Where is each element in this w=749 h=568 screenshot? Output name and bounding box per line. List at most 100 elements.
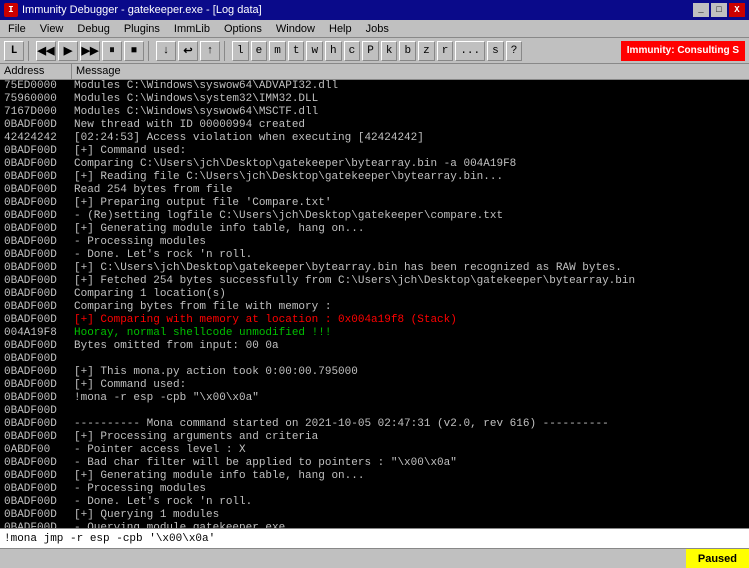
- log-message: [+] Fetched 254 bytes successfully from …: [72, 275, 749, 288]
- rewind-button[interactable]: ◀◀: [36, 41, 56, 61]
- log-message: - Done. Let's rock 'n roll.: [72, 496, 749, 509]
- P-button[interactable]: P: [362, 41, 379, 61]
- table-row: 0BADF00D[+] C:\Users\jch\Desktop\gatekee…: [0, 262, 749, 275]
- k-button[interactable]: k: [381, 41, 398, 61]
- minimize-button[interactable]: _: [693, 3, 709, 17]
- log-address: 0BADF00D: [0, 353, 72, 366]
- m-button[interactable]: m: [269, 41, 286, 61]
- log-message: Hooray, normal shellcode unmodified !!!: [72, 327, 749, 340]
- table-row: 0BADF00D - Bad char filter will be appli…: [0, 457, 749, 470]
- menu-item-window[interactable]: Window: [270, 22, 321, 36]
- menu-item-debug[interactable]: Debug: [71, 22, 115, 36]
- table-row: 0BADF00D - Processing modules: [0, 483, 749, 496]
- play-button[interactable]: ▶: [58, 41, 78, 61]
- log-address: 0BADF00D: [0, 366, 72, 379]
- table-row: 0BADF00D[+] Processing arguments and cri…: [0, 431, 749, 444]
- menu-item-plugins[interactable]: Plugins: [118, 22, 166, 36]
- menu-item-jobs[interactable]: Jobs: [360, 22, 395, 36]
- log-message: [+] This mona.py action took 0:00:00.795…: [72, 366, 749, 379]
- log-button[interactable]: L: [4, 41, 24, 61]
- log-address: 0BADF00D: [0, 457, 72, 470]
- menu-item-options[interactable]: Options: [218, 22, 268, 36]
- log-address: 75960000: [0, 93, 72, 106]
- command-bar: [0, 528, 749, 548]
- main-content: Address Message 75ED0000Modules C:\Windo…: [0, 64, 749, 528]
- table-row: 0BADF00D[+] Fetched 254 bytes successful…: [0, 275, 749, 288]
- close-button[interactable]: X: [729, 3, 745, 17]
- table-row: 0BADF00D - Processing modules: [0, 236, 749, 249]
- log-address: 0BADF00D: [0, 184, 72, 197]
- immunity-badge: Immunity: Consulting S: [621, 41, 745, 61]
- log-address: 0BADF00D: [0, 509, 72, 522]
- b-button[interactable]: b: [399, 41, 416, 61]
- l-button[interactable]: l: [232, 41, 249, 61]
- toolbar-separator-2: [148, 41, 152, 61]
- column-headers: Address Message: [0, 64, 749, 80]
- log-address: 75ED0000: [0, 80, 72, 93]
- log-message: [+] Generating module info table, hang o…: [72, 223, 749, 236]
- log-message: [+] Command used:: [72, 145, 749, 158]
- maximize-button[interactable]: □: [711, 3, 727, 17]
- log-message: [+] Comparing with memory at location : …: [72, 314, 749, 327]
- log-message: [+] Command used:: [72, 379, 749, 392]
- log-address: 0BADF00D: [0, 340, 72, 353]
- paused-badge: Paused: [686, 549, 749, 568]
- log-message: Modules C:\Windows\syswow64\MSCTF.dll: [72, 106, 749, 119]
- log-message: - (Re)setting logfile C:\Users\jch\Deskt…: [72, 210, 749, 223]
- table-row: 0BADF00D - (Re)setting logfile C:\Users\…: [0, 210, 749, 223]
- e-button[interactable]: e: [251, 41, 268, 61]
- log-address: 0BADF00D: [0, 119, 72, 132]
- log-message: !mona -r esp -cpb "\x00\x0a": [72, 392, 749, 405]
- log-address: 0BADF00D: [0, 262, 72, 275]
- toolbar: L ◀◀ ▶ ▶▶ ⏸ ⏹ ↓ ↩ ↑ l e m t w h c P k b …: [0, 38, 749, 64]
- step-into-button[interactable]: ↓: [156, 41, 176, 61]
- w-button[interactable]: w: [306, 41, 323, 61]
- c-button[interactable]: c: [344, 41, 361, 61]
- command-input[interactable]: [4, 533, 745, 545]
- table-row: 0BADF00D!mona -r esp -cpb "\x00\x0a": [0, 392, 749, 405]
- pause-button[interactable]: ⏸: [102, 41, 122, 61]
- log-message: Comparing 1 location(s): [72, 288, 749, 301]
- menu-item-file[interactable]: File: [2, 22, 32, 36]
- menu-item-immlib[interactable]: ImmLib: [168, 22, 216, 36]
- dots-button[interactable]: ...: [455, 41, 485, 61]
- table-row: 0BADF00DNew thread with ID 00000994 crea…: [0, 119, 749, 132]
- table-row: 0BADF00D[+] Command used:: [0, 379, 749, 392]
- s-button[interactable]: s: [487, 41, 504, 61]
- menu-item-help[interactable]: Help: [323, 22, 358, 36]
- log-message: [+] Querying 1 modules: [72, 509, 749, 522]
- h-button[interactable]: h: [325, 41, 342, 61]
- table-row: 0BADF00D Comparing 1 location(s): [0, 288, 749, 301]
- table-row: 0BADF00D - Querying module gatekeeper.ex…: [0, 522, 749, 528]
- log-address: 0BADF00D: [0, 431, 72, 444]
- log-message: [+] Processing arguments and criteria: [72, 431, 749, 444]
- log-address: 0BADF00D: [0, 288, 72, 301]
- table-row: 0ABDF00 - Pointer access level : X: [0, 444, 749, 457]
- status-bar: Paused: [0, 548, 749, 568]
- table-row: 0BADF00D - Done. Let's rock 'n roll.: [0, 249, 749, 262]
- log-address: 0BADF00D: [0, 522, 72, 528]
- r-button[interactable]: r: [437, 41, 454, 61]
- table-row: 0BADF00D[+] Generating module info table…: [0, 223, 749, 236]
- log-message: Bytes omitted from input: 00 0a: [72, 340, 749, 353]
- log-address: 0BADF00D: [0, 236, 72, 249]
- t-button[interactable]: t: [288, 41, 305, 61]
- stop-button[interactable]: ⏹: [124, 41, 144, 61]
- menu-bar: FileViewDebugPluginsImmLibOptionsWindowH…: [0, 20, 749, 38]
- table-row: 0BADF00D Read 254 bytes from file: [0, 184, 749, 197]
- question-button[interactable]: ?: [506, 41, 523, 61]
- log-message: Modules C:\Windows\syswow64\ADVAPI32.dll: [72, 80, 749, 93]
- log-message: [+] Preparing output file 'Compare.txt': [72, 197, 749, 210]
- table-row: 0BADF00D: [0, 405, 749, 418]
- menu-item-view[interactable]: View: [34, 22, 70, 36]
- log-message: Modules C:\Windows\system32\IMM32.DLL: [72, 93, 749, 106]
- z-button[interactable]: z: [418, 41, 435, 61]
- play-fast-button[interactable]: ▶▶: [80, 41, 100, 61]
- log-address: 0BADF00D: [0, 275, 72, 288]
- table-row: 0BADF00D[+] This mona.py action took 0:0…: [0, 366, 749, 379]
- log-address: 0BADF00D: [0, 392, 72, 405]
- log-area: Address Message 75ED0000Modules C:\Windo…: [0, 64, 749, 528]
- step-out-button[interactable]: ↑: [200, 41, 220, 61]
- step-over-button[interactable]: ↩: [178, 41, 198, 61]
- log-message: [72, 405, 749, 418]
